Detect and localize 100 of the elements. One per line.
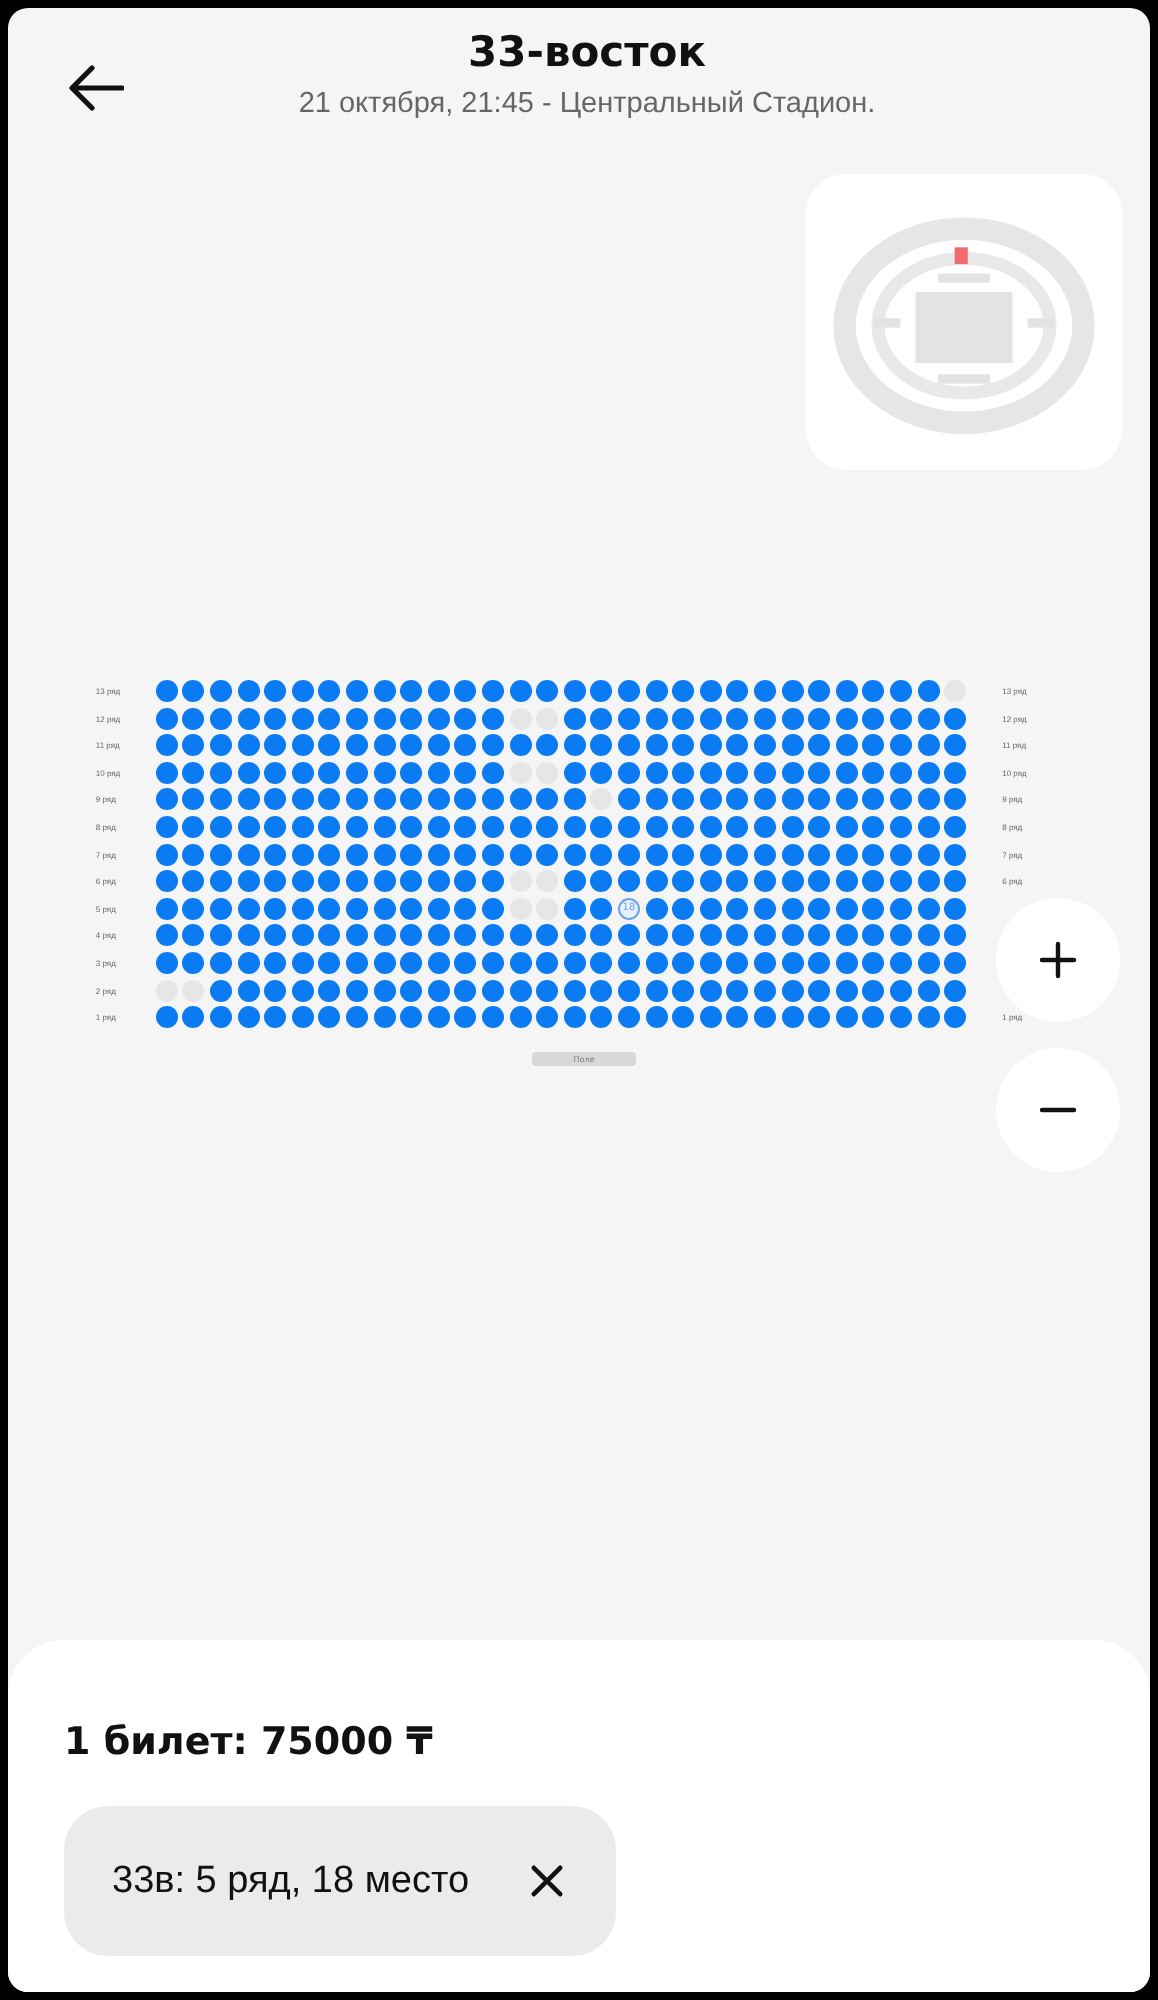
seat[interactable] — [291, 924, 314, 947]
seat[interactable] — [264, 761, 287, 784]
seat[interactable] — [563, 815, 586, 838]
seat[interactable] — [917, 951, 940, 974]
seat[interactable] — [944, 1006, 967, 1029]
seat[interactable] — [291, 680, 314, 702]
back-arrow-icon[interactable] — [68, 64, 124, 112]
seat[interactable] — [889, 924, 912, 947]
seat[interactable] — [536, 680, 559, 702]
seat[interactable] — [617, 734, 640, 757]
seat[interactable] — [482, 734, 505, 757]
seat[interactable] — [835, 707, 858, 730]
seat[interactable] — [781, 1006, 804, 1029]
seat[interactable] — [590, 843, 613, 866]
seat[interactable] — [672, 761, 695, 784]
seat[interactable] — [917, 815, 940, 838]
seat[interactable] — [889, 870, 912, 893]
seat[interactable] — [237, 870, 260, 893]
seat[interactable] — [617, 843, 640, 866]
seat[interactable] — [944, 788, 967, 811]
seat[interactable] — [373, 897, 396, 920]
seat[interactable] — [753, 734, 776, 757]
seat[interactable] — [835, 870, 858, 893]
seat[interactable] — [210, 815, 233, 838]
seat[interactable] — [400, 1006, 423, 1029]
seat[interactable] — [944, 761, 967, 784]
seat[interactable] — [237, 815, 260, 838]
seat[interactable] — [291, 870, 314, 893]
seat[interactable] — [346, 951, 369, 974]
seat[interactable] — [373, 680, 396, 702]
seat[interactable] — [889, 707, 912, 730]
seat[interactable] — [753, 924, 776, 947]
seat[interactable] — [862, 897, 885, 920]
seat[interactable] — [590, 1006, 613, 1029]
close-icon[interactable] — [529, 1864, 564, 1898]
seat[interactable] — [726, 761, 749, 784]
seat[interactable] — [862, 815, 885, 838]
seat[interactable] — [889, 897, 912, 920]
seat[interactable] — [454, 897, 477, 920]
seat[interactable] — [182, 815, 205, 838]
seat[interactable] — [155, 761, 178, 784]
seat[interactable] — [318, 1006, 341, 1029]
seat[interactable] — [210, 870, 233, 893]
seat[interactable] — [917, 1006, 940, 1029]
seat[interactable] — [482, 979, 505, 1002]
seat[interactable] — [346, 979, 369, 1002]
seat[interactable] — [482, 951, 505, 974]
seat[interactable] — [699, 843, 722, 866]
seat[interactable] — [889, 1006, 912, 1029]
seat[interactable] — [155, 680, 178, 702]
seat[interactable] — [699, 951, 722, 974]
seat[interactable] — [536, 1006, 559, 1029]
seat[interactable] — [563, 734, 586, 757]
seat[interactable] — [808, 788, 831, 811]
seat[interactable] — [264, 815, 287, 838]
seat[interactable] — [617, 1006, 640, 1029]
seat[interactable] — [291, 897, 314, 920]
seat[interactable] — [400, 815, 423, 838]
seat[interactable] — [155, 924, 178, 947]
seat[interactable] — [753, 897, 776, 920]
seat[interactable] — [563, 707, 586, 730]
seat[interactable] — [155, 870, 178, 893]
seat[interactable] — [645, 707, 668, 730]
seat[interactable] — [835, 788, 858, 811]
seat[interactable] — [835, 680, 858, 702]
seat[interactable] — [781, 680, 804, 702]
seat[interactable] — [482, 924, 505, 947]
seat[interactable] — [210, 707, 233, 730]
seat[interactable] — [563, 951, 586, 974]
seat[interactable] — [617, 680, 640, 702]
seat[interactable] — [645, 788, 668, 811]
seat[interactable] — [346, 815, 369, 838]
seat[interactable] — [454, 1006, 477, 1029]
seat[interactable] — [590, 761, 613, 784]
seat[interactable] — [264, 979, 287, 1002]
seat[interactable] — [427, 843, 450, 866]
seat[interactable] — [781, 815, 804, 838]
seat[interactable] — [482, 870, 505, 893]
seat[interactable] — [726, 979, 749, 1002]
seat[interactable] — [155, 1006, 178, 1029]
seat[interactable] — [781, 979, 804, 1002]
seat[interactable] — [400, 761, 423, 784]
seat[interactable] — [427, 815, 450, 838]
seat[interactable] — [726, 924, 749, 947]
seat[interactable] — [400, 788, 423, 811]
seat[interactable] — [210, 897, 233, 920]
seat[interactable] — [672, 680, 695, 702]
seat[interactable] — [291, 815, 314, 838]
seat[interactable] — [835, 843, 858, 866]
seat[interactable] — [808, 979, 831, 1002]
seat[interactable] — [753, 707, 776, 730]
seat[interactable] — [590, 979, 613, 1002]
seat[interactable] — [781, 788, 804, 811]
seat[interactable] — [617, 924, 640, 947]
seat[interactable] — [482, 707, 505, 730]
seat[interactable] — [835, 815, 858, 838]
seat[interactable] — [291, 734, 314, 757]
seat[interactable] — [699, 924, 722, 947]
seat[interactable] — [808, 1006, 831, 1029]
seat[interactable] — [264, 734, 287, 757]
